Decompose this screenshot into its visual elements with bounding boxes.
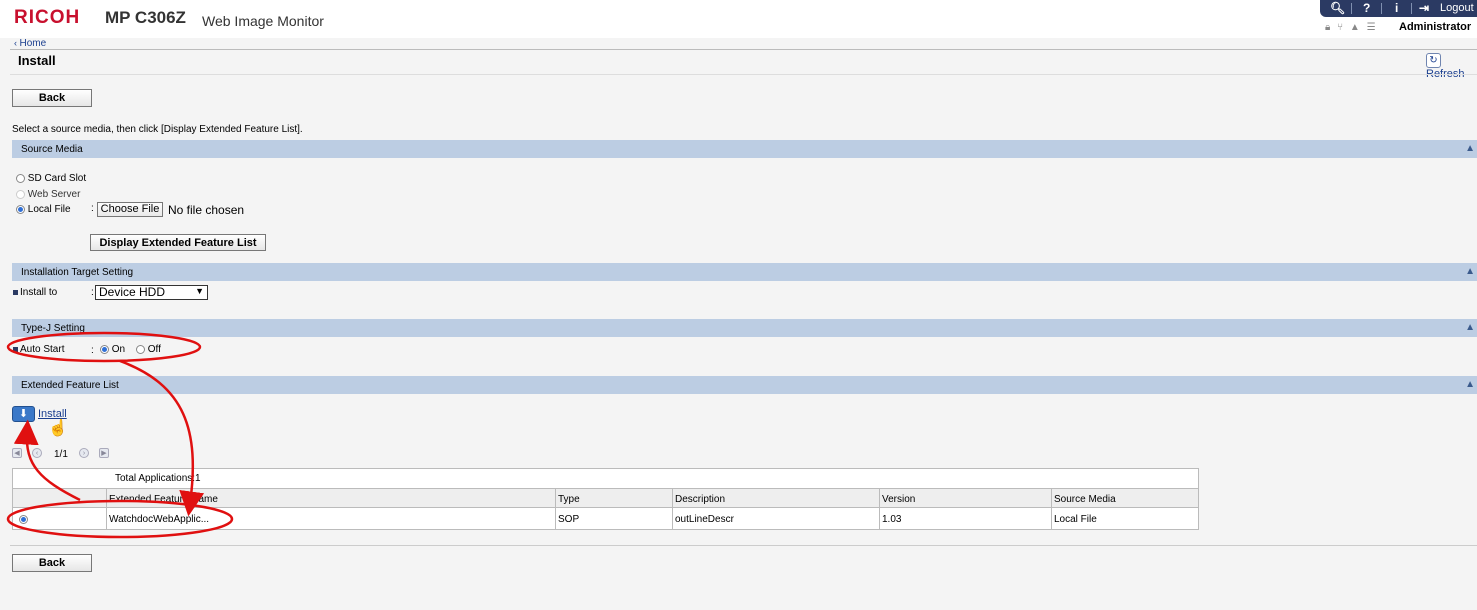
annotation-ellipse-row (6, 499, 234, 539)
annotation-arrow-to-install (13, 419, 81, 502)
annotation-ellipse-auto-start (6, 331, 202, 363)
annotation-overlay (6, 331, 234, 539)
annotation-arrow-to-row (119, 359, 205, 517)
